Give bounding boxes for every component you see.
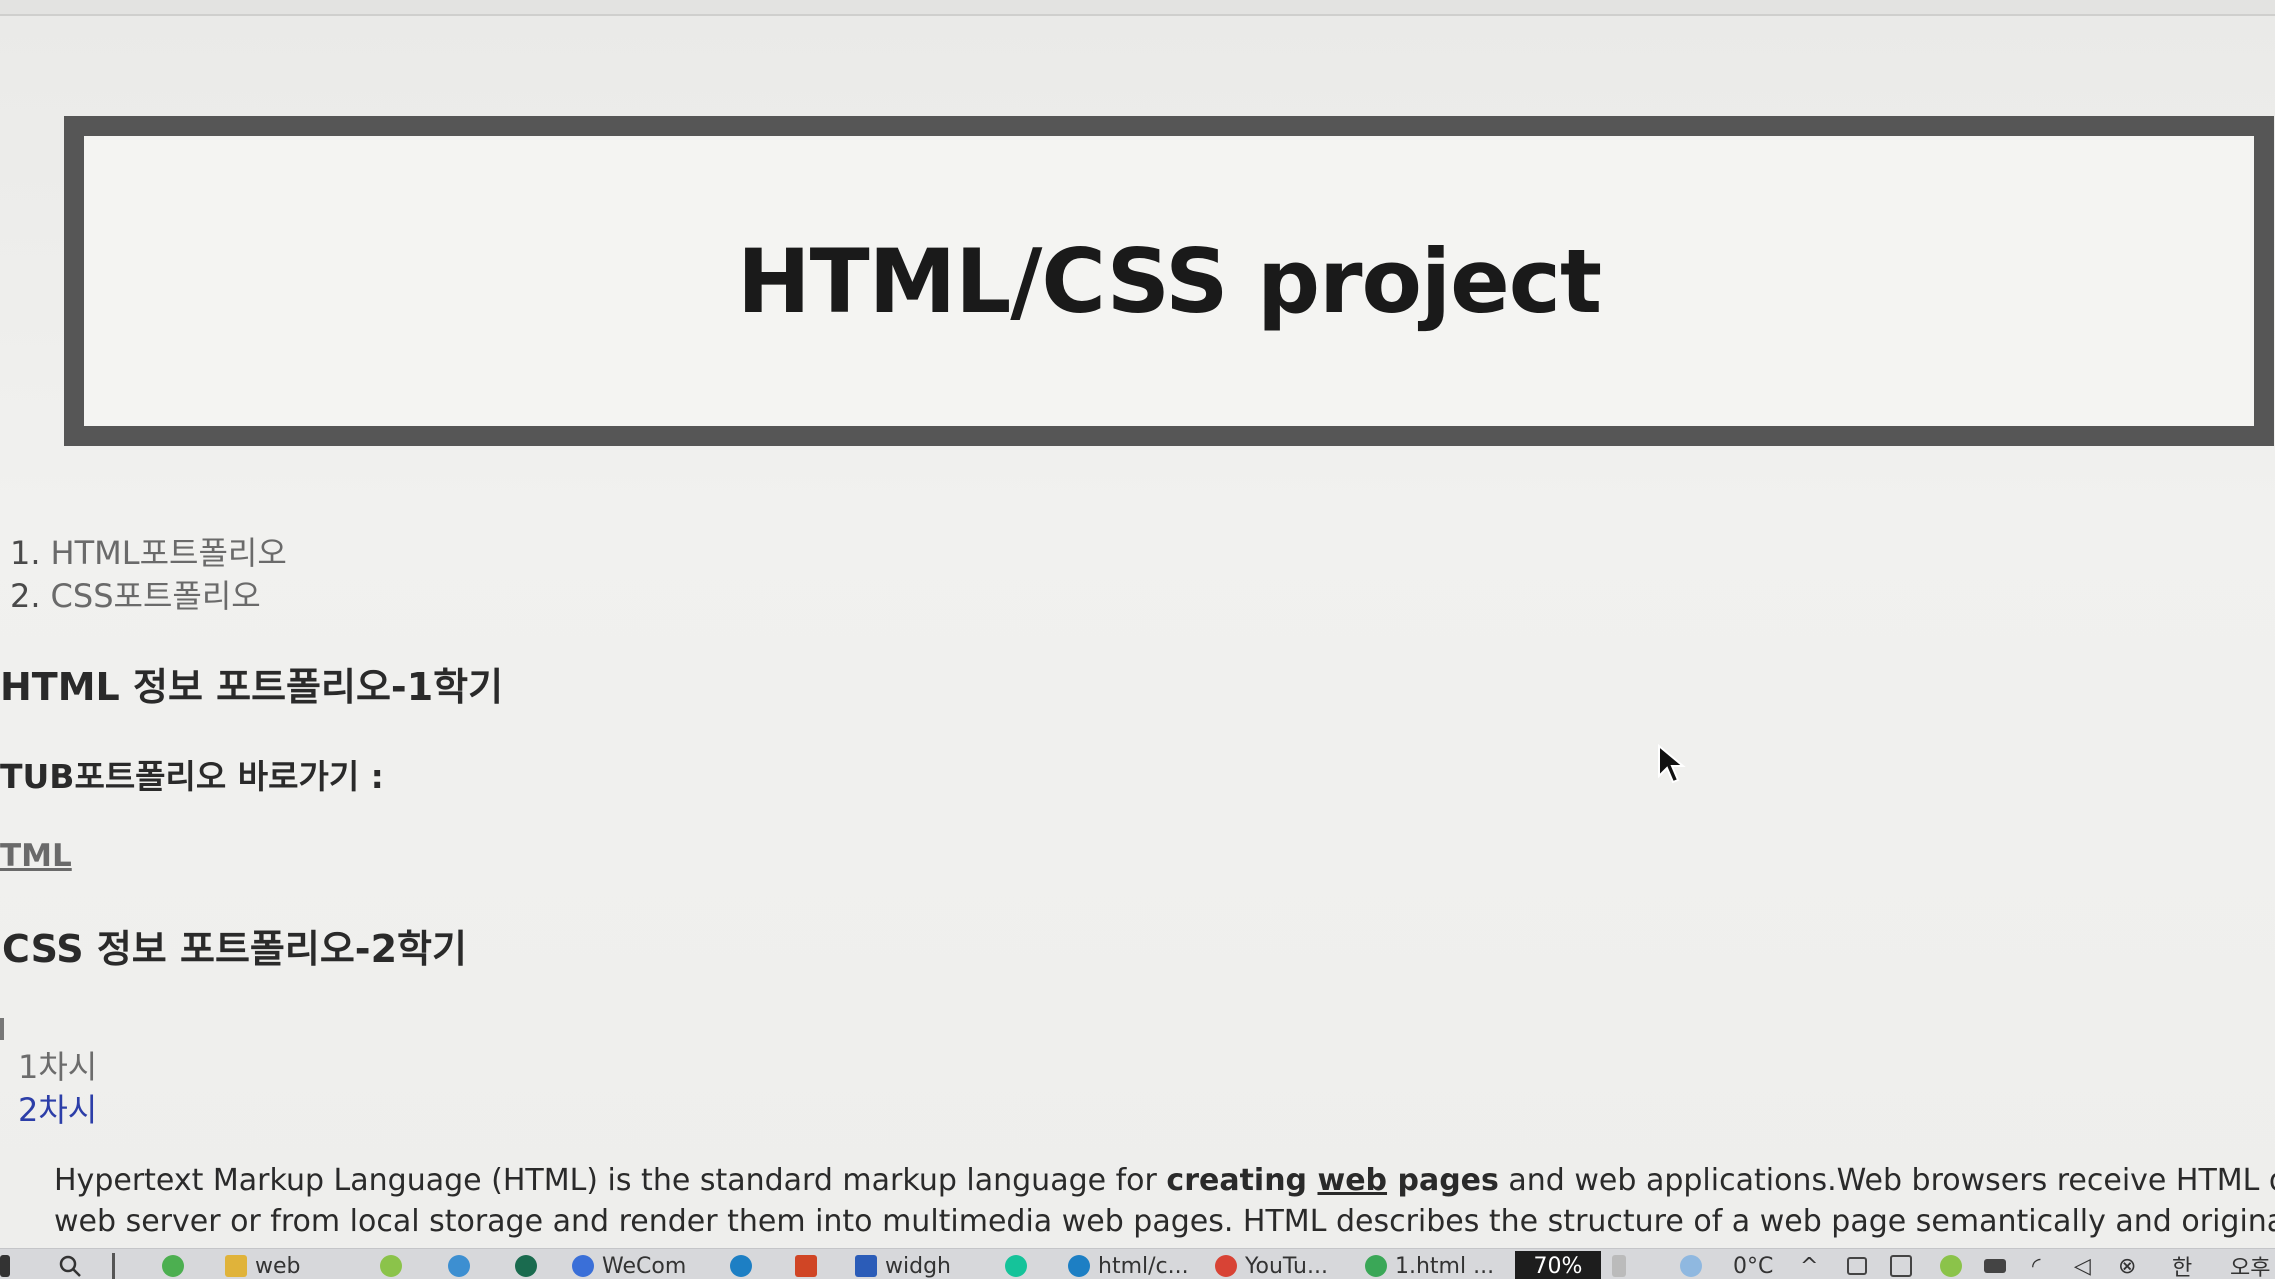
nav-item-css: 2. CSS포트폴리오 <box>10 575 287 618</box>
chevron-up-icon[interactable]: ^ <box>1800 1251 1818 1279</box>
session-list: 1차시 2차시 <box>18 1046 97 1132</box>
start-button[interactable] <box>0 1251 10 1279</box>
taskbar-label: widgh <box>885 1253 951 1279</box>
weather-temperature[interactable]: 0°C <box>1733 1251 1773 1279</box>
taskbar-divider <box>112 1251 115 1279</box>
taskbar-app-grammarly[interactable] <box>1005 1251 1027 1279</box>
paragraph-bold-text: pages <box>1387 1163 1499 1198</box>
html-description-paragraph: Hypertext Markup Language (HTML) is the … <box>54 1160 2275 1242</box>
taskbar-app-pinned[interactable] <box>730 1251 752 1279</box>
folder-icon <box>225 1255 247 1277</box>
network-adapter-icon[interactable] <box>1984 1251 2006 1279</box>
nav-item-number: 2. <box>10 577 41 615</box>
edge-icon <box>1068 1255 1090 1277</box>
taskbar-app-browser[interactable]: 1.html ... <box>1365 1251 1494 1279</box>
taskbar-app-pinned[interactable] <box>162 1251 184 1279</box>
ime-indicator[interactable]: 한 <box>2172 1251 2192 1279</box>
taskbar-label: WeCom <box>602 1253 687 1279</box>
taskbar-label: YouTu... <box>1245 1253 1328 1279</box>
weather-widget[interactable] <box>1680 1251 1702 1279</box>
search-icon <box>572 1255 594 1277</box>
nav-link-html-portfolio[interactable]: HTML포트폴리오 <box>51 534 287 572</box>
taskbar: web WeCom widgh html/c... YouTu... 1.htm… <box>0 1248 2275 1279</box>
usb-icon <box>1612 1255 1626 1277</box>
paragraph-bold-text: creating <box>1166 1163 1318 1198</box>
taskbar-app-wecom[interactable]: WeCom <box>572 1251 686 1279</box>
header-box: HTML/CSS project <box>64 116 2274 446</box>
browser-page: HTML/CSS project 1. HTML포트폴리오 2. CSS포트폴리오 … <box>0 0 2275 1279</box>
word-icon <box>855 1255 877 1277</box>
close-circle-icon[interactable]: ⊗ <box>2118 1251 2136 1279</box>
app-icon <box>162 1255 184 1277</box>
tub-shortcut-label: TUB포트폴리오 바로가기 : <box>0 757 384 796</box>
nav-link-css-portfolio[interactable]: CSS포트폴리오 <box>51 577 261 615</box>
taskbar-label: html/c... <box>1098 1253 1189 1279</box>
clipped-glyph <box>0 1018 4 1040</box>
session-item: 1차시 <box>18 1046 97 1089</box>
wifi-icon[interactable]: ◜ <box>2032 1251 2041 1279</box>
chrome-icon <box>1215 1255 1237 1277</box>
taskbar-app-word[interactable]: widgh <box>855 1251 951 1279</box>
taskbar-search-button[interactable] <box>58 1251 82 1279</box>
volume-icon[interactable]: ◁ <box>2074 1251 2091 1279</box>
globe-icon <box>1365 1255 1387 1277</box>
app-tray-icon[interactable] <box>1940 1251 1962 1279</box>
portfolio-nav: 1. HTML포트폴리오 2. CSS포트폴리오 <box>10 532 287 618</box>
session-item: 2차시 <box>18 1089 97 1132</box>
cloud-icon <box>1680 1255 1702 1277</box>
html-portfolio-link[interactable]: TML <box>0 838 72 874</box>
paragraph-bold: creating web pages <box>1166 1163 1498 1198</box>
browser-top-edge <box>0 0 2275 16</box>
paragraph-text: Hypertext Markup Language (HTML) is the … <box>54 1163 1167 1198</box>
sync-icon[interactable] <box>1890 1251 1912 1279</box>
nav-item-html: 1. HTML포트폴리오 <box>10 532 287 575</box>
session-link-1[interactable]: 1차시 <box>18 1048 97 1086</box>
mouse-cursor-icon <box>1658 744 1686 784</box>
taskbar-app-pinned[interactable] <box>380 1251 402 1279</box>
grammarly-icon <box>1005 1255 1027 1277</box>
page-title: HTML/CSS project <box>736 229 1602 333</box>
taskbar-app-powerpoint[interactable] <box>795 1251 817 1279</box>
taskbar-app-ie[interactable] <box>448 1251 470 1279</box>
paragraph-text: and web applications.Web browsers receiv… <box>1508 1163 2275 1198</box>
tray-icon[interactable] <box>1612 1251 1626 1279</box>
taskbar-app-pinned[interactable] <box>515 1251 537 1279</box>
paragraph-text: web server or from local storage and ren… <box>54 1204 2275 1239</box>
camera-icon[interactable] <box>1847 1251 1867 1279</box>
ie-icon <box>448 1255 470 1277</box>
powerpoint-icon <box>795 1255 817 1277</box>
app-icon <box>380 1255 402 1277</box>
paragraph-underline-link[interactable]: web <box>1317 1163 1387 1198</box>
nav-item-number: 1. <box>10 534 41 572</box>
search-icon <box>59 1255 81 1277</box>
taskbar-label: 1.html ... <box>1395 1253 1495 1279</box>
taskbar-app-web[interactable]: web <box>225 1251 301 1279</box>
taskbar-app-chrome[interactable]: YouTu... <box>1215 1251 1328 1279</box>
start-icon <box>0 1255 10 1277</box>
html-section-heading: HTML 정보 포트폴리오-1학기 <box>0 665 504 709</box>
edge-dev-icon <box>730 1255 752 1277</box>
css-section-heading: CSS 정보 포트폴리오-2학기 <box>2 927 467 971</box>
taskbar-app-edge[interactable]: html/c... <box>1068 1251 1189 1279</box>
app-icon <box>515 1255 537 1277</box>
session-link-2[interactable]: 2차시 <box>18 1091 97 1129</box>
battery-indicator[interactable]: 70% <box>1515 1251 1601 1279</box>
clock-time[interactable]: 오후 <box>2230 1251 2270 1279</box>
taskbar-label: web <box>255 1253 301 1279</box>
